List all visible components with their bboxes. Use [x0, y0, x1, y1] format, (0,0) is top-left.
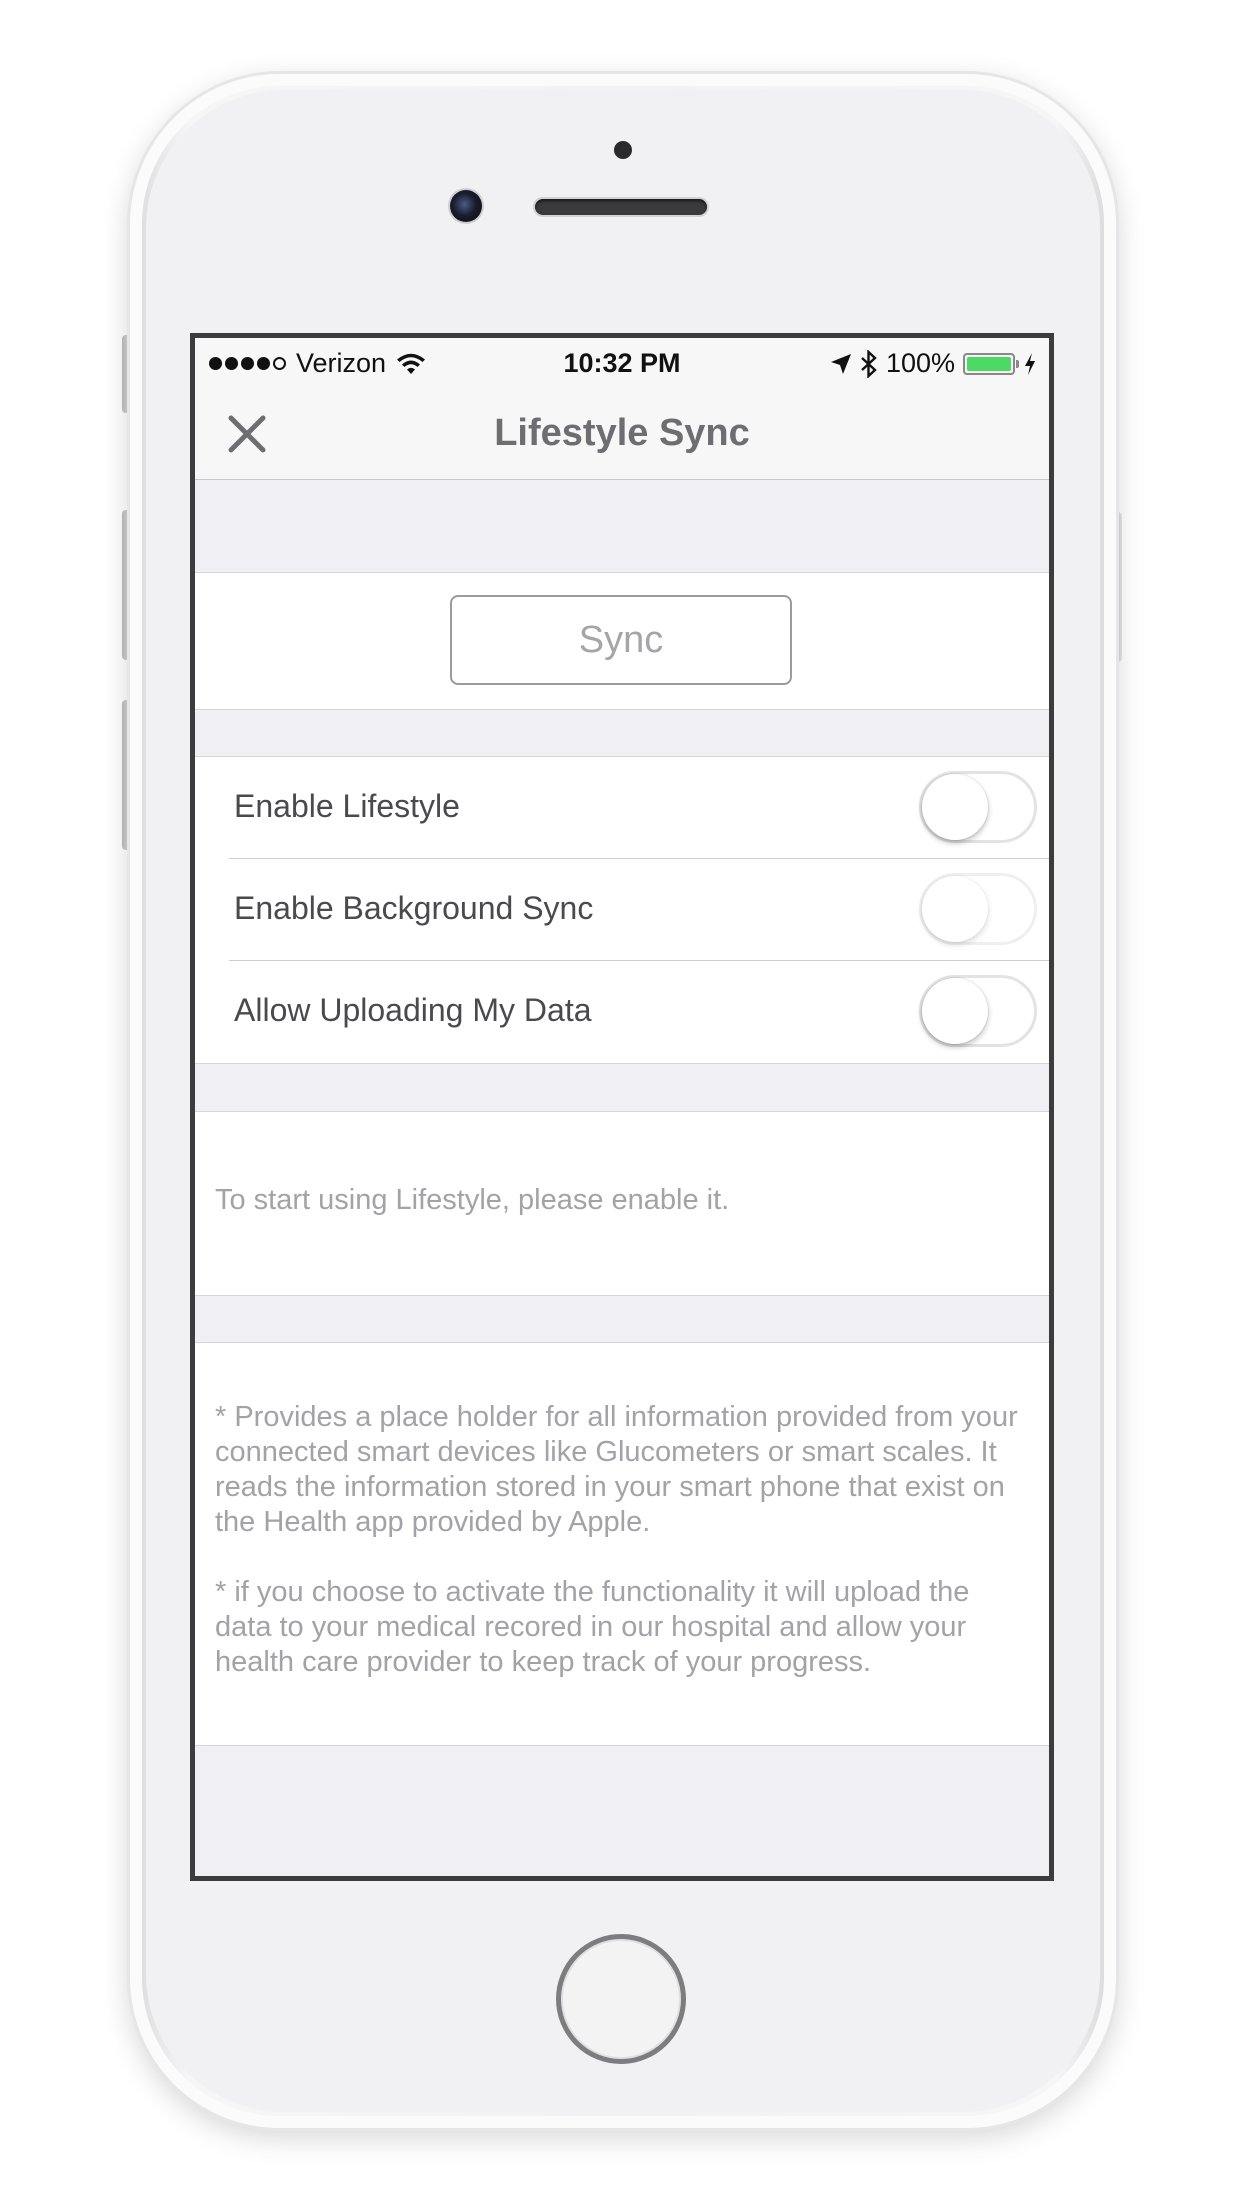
earpiece-speaker: [535, 199, 707, 215]
note-text-1: * Provides a place holder for all inform…: [215, 1401, 1018, 1538]
battery-icon: [963, 352, 1019, 375]
allow-uploading-switch[interactable]: [919, 975, 1037, 1047]
enable-background-sync-switch[interactable]: [919, 873, 1037, 945]
location-arrow-icon: [830, 353, 851, 374]
sync-section: Sync: [195, 572, 1049, 710]
bluetooth-icon: [861, 349, 877, 378]
proximity-sensor: [614, 141, 632, 159]
info-text: To start using Lifestyle, please enable …: [215, 1184, 730, 1216]
switch-knob: [922, 978, 988, 1044]
navigation-bar: Lifestyle Sync: [195, 388, 1049, 480]
sync-button[interactable]: Sync: [450, 595, 792, 685]
notes-section: * Provides a place holder for all inform…: [195, 1342, 1049, 1746]
toggle-label: Enable Background Sync: [234, 890, 594, 926]
enable-lifestyle-switch[interactable]: [919, 771, 1037, 843]
home-button[interactable]: [556, 1934, 686, 2064]
settings-toggle-group: Enable Lifestyle Enable Background Sync …: [195, 756, 1049, 1064]
toggle-label: Allow Uploading My Data: [234, 992, 592, 1028]
info-section: To start using Lifestyle, please enable …: [195, 1111, 1049, 1296]
page-title: Lifestyle Sync: [494, 412, 750, 454]
app-screen: Verizon 10:32 PM 100% Lifestyle Sync Syn…: [190, 333, 1054, 1881]
toggle-row-allow-uploading: Allow Uploading My Data: [195, 961, 1049, 1063]
device-stage: Verizon 10:32 PM 100% Lifestyle Sync Syn…: [0, 0, 1242, 2208]
status-bar: Verizon 10:32 PM 100%: [195, 338, 1049, 388]
front-camera: [450, 190, 482, 222]
switch-knob: [922, 876, 988, 942]
toggle-row-enable-lifestyle: Enable Lifestyle: [195, 757, 1049, 859]
charging-bolt-icon: [1025, 352, 1035, 375]
battery-percent: 100%: [885, 348, 955, 378]
switch-knob: [922, 774, 988, 840]
battery-fill: [967, 356, 1011, 371]
status-right: 100%: [830, 348, 1037, 379]
note-text-2: * if you choose to activate the function…: [215, 1576, 970, 1678]
toggle-label: Enable Lifestyle: [234, 788, 460, 824]
toggle-row-background-sync: Enable Background Sync: [195, 859, 1049, 961]
